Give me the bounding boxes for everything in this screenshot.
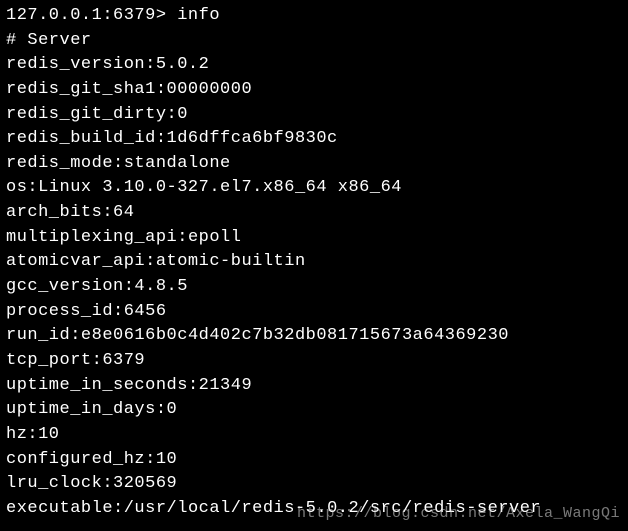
key-label: process_id	[6, 302, 113, 321]
key-label: atomicvar_api	[6, 252, 145, 271]
value: 1d6dffca6bf9830c	[167, 129, 338, 148]
value: 64	[113, 203, 134, 222]
key-label: lru_clock	[6, 474, 102, 493]
info-line-gcc-version: gcc_version:4.8.5	[6, 275, 622, 300]
key-label: redis_build_id	[6, 129, 156, 148]
key-label: executable	[6, 499, 113, 518]
info-line-redis-git-dirty: redis_git_dirty:0	[6, 103, 622, 128]
terminal-prompt-line[interactable]: 127.0.0.1:6379> info	[6, 4, 622, 29]
info-line-redis-build-id: redis_build_id:1d6dffca6bf9830c	[6, 127, 622, 152]
info-line-process-id: process_id:6456	[6, 300, 622, 325]
value: 0	[167, 400, 178, 419]
watermark-text: https://blog.csdn.net/Axela_WangQi	[297, 503, 620, 525]
value: standalone	[124, 154, 231, 173]
value: atomic-builtin	[156, 252, 306, 271]
section-header: # Server	[6, 29, 622, 54]
key-label: configured_hz	[6, 450, 145, 469]
key-label: os	[6, 178, 27, 197]
key-label: redis_version	[6, 55, 145, 74]
key-label: redis_mode	[6, 154, 113, 173]
value: 320569	[113, 474, 177, 493]
info-line-atomicvar-api: atomicvar_api:atomic-builtin	[6, 250, 622, 275]
key-label: arch_bits	[6, 203, 102, 222]
info-line-redis-git-sha1: redis_git_sha1:00000000	[6, 78, 622, 103]
key-label: redis_git_sha1	[6, 80, 156, 99]
info-line-redis-mode: redis_mode:standalone	[6, 152, 622, 177]
value: 6456	[124, 302, 167, 321]
value: 10	[156, 450, 177, 469]
value: Linux 3.10.0-327.el7.x86_64 x86_64	[38, 178, 402, 197]
value: epoll	[188, 228, 242, 247]
key-label: gcc_version	[6, 277, 124, 296]
info-line-redis-version: redis_version:5.0.2	[6, 53, 622, 78]
info-line-uptime-in-seconds: uptime_in_seconds:21349	[6, 374, 622, 399]
info-line-tcp-port: tcp_port:6379	[6, 349, 622, 374]
value: 5.0.2	[156, 55, 210, 74]
info-line-configured-hz: configured_hz:10	[6, 448, 622, 473]
value: 6379	[102, 351, 145, 370]
info-line-arch-bits: arch_bits:64	[6, 201, 622, 226]
key-label: multiplexing_api	[6, 228, 177, 247]
info-line-uptime-in-days: uptime_in_days:0	[6, 398, 622, 423]
value: 21349	[199, 376, 253, 395]
value: e8e0616b0c4d402c7b32db081715673a64369230	[81, 326, 509, 345]
value: 4.8.5	[134, 277, 188, 296]
key-label: run_id	[6, 326, 70, 345]
key-label: tcp_port	[6, 351, 92, 370]
value: 00000000	[167, 80, 253, 99]
info-line-lru-clock: lru_clock:320569	[6, 472, 622, 497]
value: 0	[177, 105, 188, 124]
key-label: hz	[6, 425, 27, 444]
info-line-multiplexing-api: multiplexing_api:epoll	[6, 226, 622, 251]
key-label: uptime_in_seconds	[6, 376, 188, 395]
info-line-os: os:Linux 3.10.0-327.el7.x86_64 x86_64	[6, 176, 622, 201]
key-label: uptime_in_days	[6, 400, 156, 419]
info-line-hz: hz:10	[6, 423, 622, 448]
value: 10	[38, 425, 59, 444]
info-line-run-id: run_id:e8e0616b0c4d402c7b32db081715673a6…	[6, 324, 622, 349]
key-label: redis_git_dirty	[6, 105, 167, 124]
